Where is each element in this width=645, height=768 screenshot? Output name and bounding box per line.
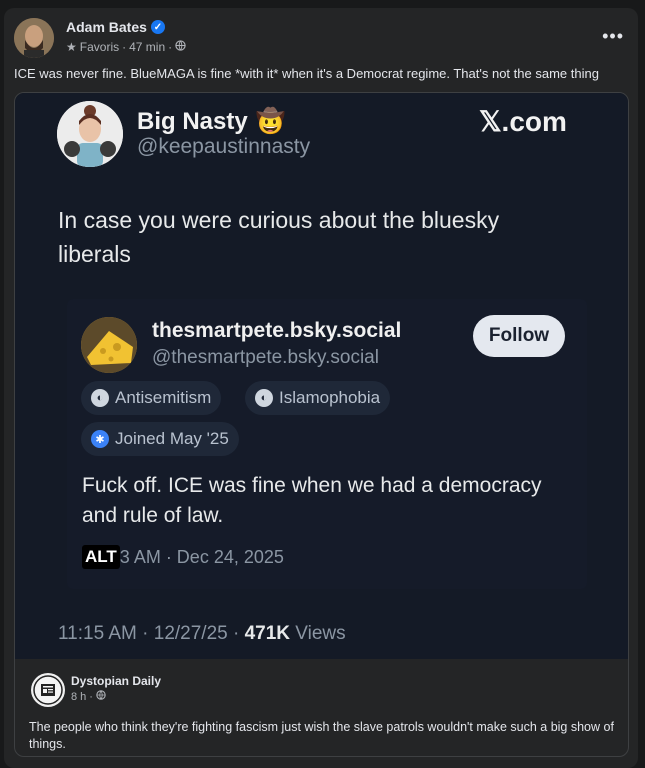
quoted-avatar: [81, 317, 137, 373]
post-text: ICE was never fine. BlueMAGA is fine *wi…: [14, 66, 599, 81]
post-card: Adam Bates ✓ ★ Favoris · 47 min · ••• IC…: [4, 8, 638, 768]
author-name[interactable]: Adam Bates ✓: [66, 19, 165, 35]
post-header: Adam Bates ✓ ★ Favoris · 47 min · •••: [14, 18, 628, 58]
tweet-handle: @keepaustinnasty: [137, 135, 311, 158]
globe-icon: [175, 40, 186, 54]
quoted-time: ALT 3 AM · Dec 24, 2025: [82, 545, 284, 569]
label-icon: ◐: [91, 389, 109, 407]
quoted-post: thesmartpete.bsky.social @thesmartpete.b…: [67, 299, 587, 589]
author-name-text[interactable]: Adam Bates: [66, 19, 147, 35]
quoted-author-name: thesmartpete.bsky.social: [152, 319, 402, 342]
audience-label: Favoris: [79, 40, 120, 54]
x-logo: 𝕏.com: [479, 106, 567, 137]
verified-badge-icon: ✓: [150, 20, 165, 34]
tweet-text: In case you were curious about the blues…: [58, 207, 500, 267]
label-badge-antisemitism: ◐ Antisemitism: [81, 381, 222, 415]
separator: ·: [122, 40, 127, 54]
tweet-author-name: Big Nasty 🤠: [137, 107, 286, 136]
source-post-text: The people who think they're fighting fa…: [29, 720, 614, 751]
cowboy-emoji-icon: 🤠: [255, 108, 286, 135]
source-page-avatar[interactable]: [31, 673, 65, 707]
badge-label: Islamophobia: [279, 388, 381, 407]
quoted-handle: @thesmartpete.bsky.social: [152, 347, 379, 368]
badge-label: Antisemitism: [115, 388, 212, 407]
badge-label: Joined May '25: [115, 429, 229, 448]
bluesky-joined-icon: ✱: [91, 430, 109, 448]
tweet-author-name-text: Big Nasty: [137, 107, 248, 135]
post-time[interactable]: 47 min: [129, 40, 165, 54]
tweet-views-count: 471K: [244, 623, 291, 644]
source-meta: 8 h ·: [71, 690, 106, 703]
globe-icon: [96, 690, 106, 703]
separator: ·: [168, 40, 173, 54]
tweet-avatar: [57, 101, 123, 167]
label-badge-islamophobia: ◐ Islamophobia: [245, 381, 391, 415]
follow-button: Follow: [473, 315, 565, 357]
post-meta: ★ Favoris · 47 min ·: [66, 40, 186, 54]
separator: ·: [89, 690, 93, 703]
star-icon: ★: [66, 40, 77, 54]
author-avatar[interactable]: [14, 18, 54, 58]
label-icon: ◐: [255, 389, 273, 407]
more-options-icon[interactable]: •••: [602, 26, 624, 47]
shared-post[interactable]: Big Nasty 🤠 @keepaustinnasty 𝕏.com In ca…: [14, 92, 629, 757]
source-page-name[interactable]: Dystopian Daily: [71, 674, 161, 688]
tweet-footer: 11:15 AM · 12/27/25 · 471K Views: [58, 623, 346, 645]
alt-text-badge: ALT: [82, 545, 120, 569]
quoted-time-text: 3 AM · Dec 24, 2025: [119, 546, 284, 567]
quoted-text: Fuck off. ICE was fine when we had a dem…: [82, 474, 542, 527]
tweet-screenshot[interactable]: Big Nasty 🤠 @keepaustinnasty 𝕏.com In ca…: [15, 93, 628, 659]
tweet-views-label: Views: [290, 623, 346, 644]
source-time[interactable]: 8 h: [71, 691, 86, 703]
tweet-timestamp: 11:15 AM · 12/27/25 ·: [58, 623, 245, 644]
joined-badge: ✱ Joined May '25: [81, 422, 239, 456]
